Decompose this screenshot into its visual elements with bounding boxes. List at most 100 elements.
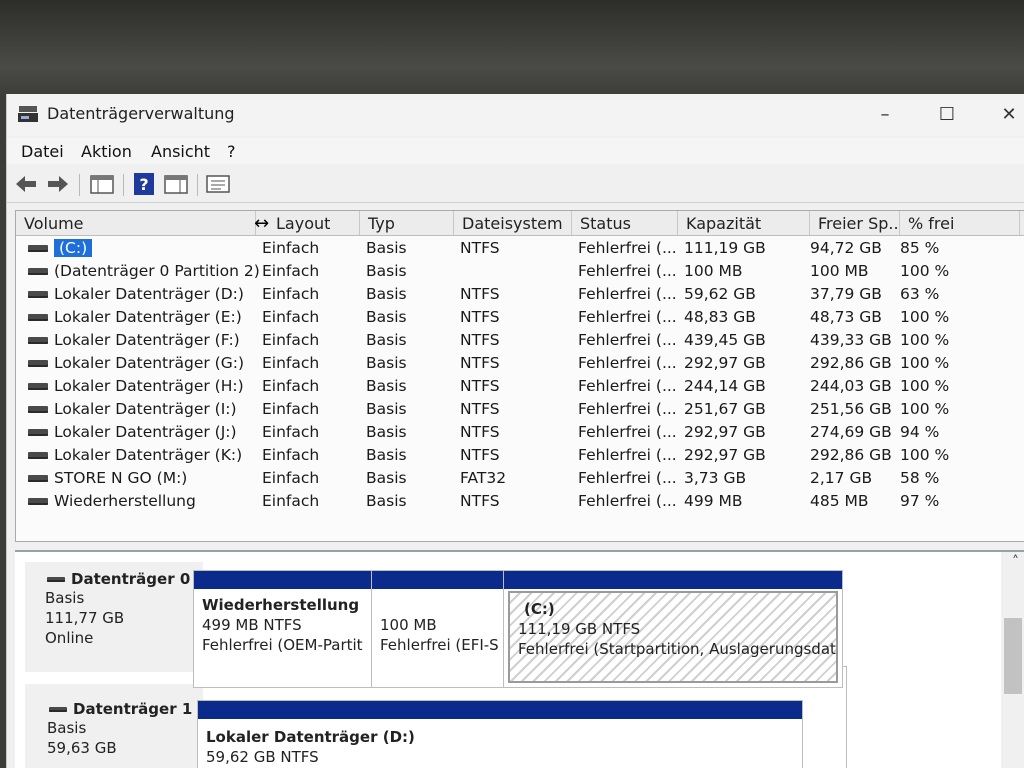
cell-typ: Basis: [366, 239, 407, 257]
help-icon[interactable]: ?: [131, 172, 157, 196]
partition-size: 499 MB NTFS: [202, 616, 302, 634]
partition-size: 100 MB: [380, 616, 437, 634]
partition-c[interactable]: (C:) 111,19 GB NTFS Fehlerfrei (Startpar…: [504, 571, 842, 687]
scrollbar-thumb[interactable]: [1004, 618, 1022, 694]
volume-disk-icon: [28, 451, 48, 459]
disk-management-window: Datenträgerverwaltung – ☐ ✕ Datei Aktion…: [6, 94, 1024, 768]
cell-dateisystem: NTFS: [460, 354, 500, 372]
cell-prozent-frei: 100 %: [900, 331, 950, 349]
column-header-row: Volume Layout Typ Dateisystem Status Kap…: [16, 211, 1024, 236]
table-row[interactable]: Lokaler Datenträger (D:) Einfach Basis NTFS…: [16, 283, 1024, 306]
disk-1-info[interactable]: Datenträger 1 Basis 59,63 GB: [25, 684, 203, 768]
cell-kapazitaet: 244,14 GB: [684, 377, 766, 395]
table-row[interactable]: Lokaler Datenträger (H:) Einfach Basis NTFS…: [16, 375, 1024, 398]
cell-kapazitaet: 48,83 GB: [684, 308, 756, 326]
menu-datei[interactable]: Datei: [21, 142, 64, 161]
cell-status: Fehlerfrei (...: [578, 285, 677, 303]
cell-prozent-frei: 100 %: [900, 377, 950, 395]
cell-dateisystem: NTFS: [460, 400, 500, 418]
cell-layout: Einfach: [262, 239, 320, 257]
table-row[interactable]: (Datenträger 0 Partition 2) Einfach Basis F…: [16, 260, 1024, 283]
partition-status: Fehlerfrei (EFI-S: [380, 636, 499, 654]
forward-arrow-icon[interactable]: [45, 172, 71, 196]
cell-freier-speicher: 274,69 GB: [810, 423, 892, 441]
table-row[interactable]: Lokaler Datenträger (F:) Einfach Basis NTFS…: [16, 329, 1024, 352]
toolbar-separator: [79, 174, 80, 196]
partition-efi[interactable]: 100 MB Fehlerfrei (EFI-S: [372, 571, 504, 687]
cell-dateisystem: NTFS: [460, 331, 500, 349]
cell-kapazitaet: 251,67 GB: [684, 400, 766, 418]
cell-dateisystem: NTFS: [460, 285, 500, 303]
partition-wiederherstellung[interactable]: Wiederherstellung 499 MB NTFS Fehlerfrei…: [194, 571, 372, 687]
disk-0-type: Basis: [45, 589, 85, 607]
volume-disk-icon: [28, 497, 48, 505]
cell-kapazitaet: 292,97 GB: [684, 446, 766, 464]
column-header-volume[interactable]: Volume: [16, 211, 256, 235]
cell-status: Fehlerfrei (...: [578, 262, 677, 280]
close-button[interactable]: ✕: [987, 100, 1024, 130]
back-arrow-icon[interactable]: [13, 172, 39, 196]
cell-volume: Lokaler Datenträger (J:): [28, 423, 237, 441]
toolbar: ?: [7, 168, 1024, 203]
table-row[interactable]: STORE N GO (M:) Einfach Basis FAT32 Fehlerfr…: [16, 467, 1024, 490]
disk-1-type: Basis: [47, 719, 87, 737]
partition-size: 59,62 GB NTFS: [206, 748, 319, 766]
cell-kapazitaet: 499 MB: [684, 492, 743, 510]
disk-0-size: 111,77 GB: [45, 609, 125, 627]
cell-dateisystem: NTFS: [460, 308, 500, 326]
cell-layout: Einfach: [262, 377, 320, 395]
column-header-dateisystem[interactable]: Dateisystem: [454, 211, 572, 235]
cell-kapazitaet: 100 MB: [684, 262, 743, 280]
table-row[interactable]: Wiederherstellung Einfach Basis NTFS Fehlerf…: [16, 490, 1024, 513]
console-tree-icon[interactable]: [89, 172, 115, 196]
cell-freier-speicher: 94,72 GB: [810, 239, 882, 257]
partition-bar: [504, 571, 842, 589]
maximize-button[interactable]: ☐: [925, 100, 969, 130]
cell-typ: Basis: [366, 423, 407, 441]
disk-0-state: Online: [45, 629, 94, 647]
column-header-status[interactable]: Status: [572, 211, 678, 235]
cell-status: Fehlerfrei (...: [578, 400, 677, 418]
table-row[interactable]: Lokaler Datenträger (G:) Einfach Basis NTFS…: [16, 352, 1024, 375]
cell-typ: Basis: [366, 308, 407, 326]
volume-disk-icon: [28, 474, 48, 482]
table-row[interactable]: Lokaler Datenträger (K:) Einfach Basis NTFS…: [16, 444, 1024, 467]
properties-icon[interactable]: [205, 172, 231, 196]
table-row[interactable]: Lokaler Datenträger (E:) Einfach Basis NTFS…: [16, 306, 1024, 329]
menu-aktion[interactable]: Aktion: [81, 142, 132, 161]
cell-volume: Lokaler Datenträger (F:): [28, 331, 240, 349]
column-header-prozent-frei[interactable]: % frei: [900, 211, 1020, 235]
column-header-kapazitaet[interactable]: Kapazität: [678, 211, 810, 235]
disk-1-partition-map: Lokaler Datenträger (D:) 59,62 GB NTFS: [197, 700, 803, 768]
menu-help[interactable]: ?: [227, 142, 236, 161]
column-header-layout[interactable]: Layout: [256, 211, 360, 235]
cell-volume: Lokaler Datenträger (H:): [28, 377, 244, 395]
scroll-up-arrow-icon[interactable]: ˄: [1012, 554, 1019, 570]
vertical-scrollbar[interactable]: ˄: [1001, 552, 1024, 768]
cell-freier-speicher: 292,86 GB: [810, 354, 892, 372]
cell-status: Fehlerfrei (...: [578, 469, 677, 487]
menu-ansicht[interactable]: Ansicht: [151, 142, 210, 161]
cell-prozent-frei: 100 %: [900, 446, 950, 464]
disk-0-info[interactable]: Datenträger 0 Basis 111,77 GB Online: [25, 562, 203, 672]
volume-name: Lokaler Datenträger (K:): [54, 446, 243, 464]
cell-status: Fehlerfrei (...: [578, 446, 677, 464]
column-header-freier-speicher[interactable]: Freier Sp...: [810, 211, 900, 235]
table-row[interactable]: Lokaler Datenträger (I:) Einfach Basis NTFS…: [16, 398, 1024, 421]
cell-volume: Lokaler Datenträger (D:): [28, 285, 244, 303]
cell-typ: Basis: [366, 400, 407, 418]
cell-dateisystem: NTFS: [460, 377, 500, 395]
cell-layout: Einfach: [262, 446, 320, 464]
minimize-button[interactable]: –: [863, 100, 907, 130]
partition-d[interactable]: Lokaler Datenträger (D:) 59,62 GB NTFS: [198, 701, 802, 768]
cell-status: Fehlerfrei (...: [578, 423, 677, 441]
table-row[interactable]: Lokaler Datenträger (J:) Einfach Basis NTFS…: [16, 421, 1024, 444]
cell-status: Fehlerfrei (...: [578, 331, 677, 349]
cell-kapazitaet: 111,19 GB: [684, 239, 766, 257]
disk-0-label: Datenträger 0: [47, 570, 203, 588]
show-hide-icon[interactable]: [163, 172, 189, 196]
table-row[interactable]: (C:) Einfach Basis NTFS Fehlerfrei (... 111,1…: [16, 237, 1024, 260]
cell-typ: Basis: [366, 285, 407, 303]
volume-name: STORE N GO (M:): [54, 469, 188, 487]
column-header-typ[interactable]: Typ: [360, 211, 454, 235]
